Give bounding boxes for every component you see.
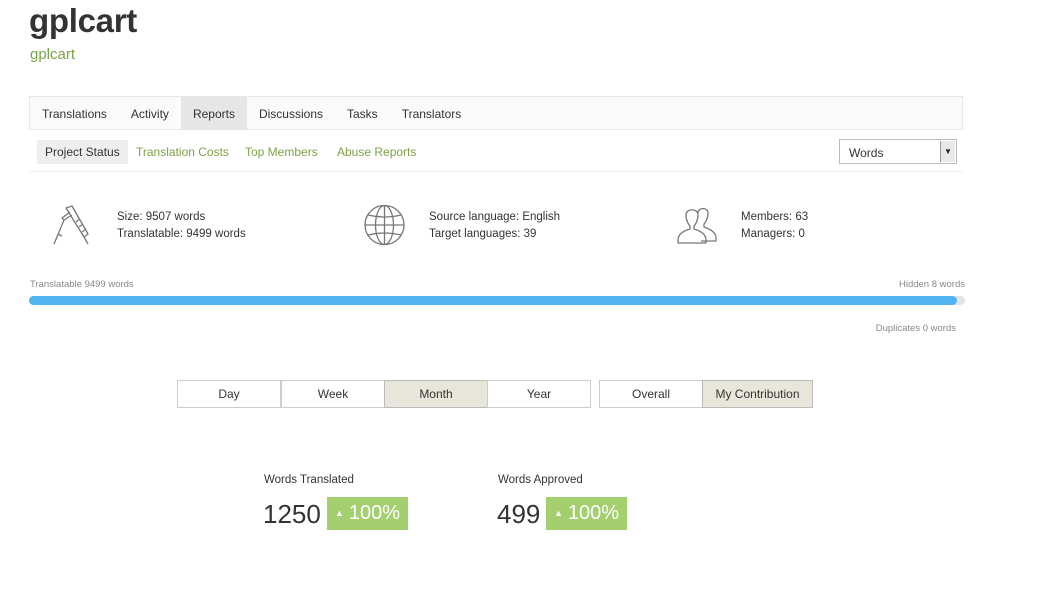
- tab-translations[interactable]: Translations: [30, 97, 119, 129]
- period-year-button[interactable]: Year: [487, 380, 591, 408]
- tab-activity[interactable]: Activity: [119, 97, 181, 129]
- main-tabs: Translations Activity Reports Discussion…: [29, 96, 963, 130]
- words-translated-label: Words Translated: [264, 474, 354, 486]
- scope-my-contribution-button[interactable]: My Contribution: [702, 380, 813, 408]
- caliper-icon: [53, 205, 89, 245]
- arrow-up-icon: ▲: [335, 508, 344, 518]
- report-subtabs: Project Status Translation Costs Top Mem…: [29, 138, 963, 172]
- period-week-button[interactable]: Week: [281, 380, 385, 408]
- arrow-up-icon: ▲: [554, 508, 563, 518]
- words-approved-change-badge: ▲ 100%: [546, 497, 628, 530]
- subtab-top-members[interactable]: Top Members: [237, 140, 326, 164]
- words-translated-value: 1250: [263, 499, 321, 529]
- member-stats: Members: 63 Managers: 0: [741, 209, 808, 243]
- unit-select[interactable]: Words ▼: [839, 139, 957, 164]
- period-month-button[interactable]: Month: [384, 380, 488, 408]
- period-day-button[interactable]: Day: [177, 380, 281, 408]
- subtab-project-status[interactable]: Project Status: [37, 140, 128, 164]
- members-icon: [677, 207, 717, 244]
- project-title: gplcart: [29, 2, 137, 39]
- project-subtitle[interactable]: gplcart: [30, 46, 75, 63]
- subtab-abuse-reports[interactable]: Abuse Reports: [329, 140, 424, 164]
- managers-line: Managers: 0: [741, 228, 805, 240]
- translatable-label: Translatable 9499 words: [30, 279, 134, 290]
- tab-reports[interactable]: Reports: [180, 97, 247, 129]
- scope-overall-button[interactable]: Overall: [599, 380, 703, 408]
- language-stats: Source language: English Target language…: [429, 209, 560, 243]
- hidden-label: Hidden 8 words: [898, 279, 965, 290]
- unit-select-value: Words: [849, 146, 884, 160]
- members-line: Members: 63: [741, 211, 809, 223]
- words-approved-label: Words Approved: [498, 474, 583, 486]
- progress-track: [29, 296, 965, 305]
- words-approved-value: 499: [497, 499, 541, 529]
- size-stats: Size: 9507 words Translatable: 9499 word…: [117, 209, 246, 243]
- size-line: Size: 9507 words: [117, 211, 206, 223]
- words-approved-change: 100%: [567, 502, 620, 524]
- translatable-line: Translatable: 9499 words: [117, 228, 246, 240]
- tab-translators[interactable]: Translators: [390, 97, 474, 129]
- dropdown-arrow-icon[interactable]: ▼: [940, 141, 955, 162]
- progress-fill: [29, 296, 958, 305]
- duplicates-label: Duplicates 0 words: [875, 323, 956, 334]
- target-languages-line: Target languages: 39: [429, 228, 537, 240]
- globe-icon: [364, 204, 405, 246]
- tab-discussions[interactable]: Discussions: [247, 97, 335, 129]
- words-translated-change-badge: ▲ 100%: [327, 497, 409, 530]
- subtab-translation-costs[interactable]: Translation Costs: [128, 140, 237, 164]
- words-translated-change: 100%: [348, 502, 401, 524]
- tab-tasks[interactable]: Tasks: [335, 97, 390, 129]
- source-language-line: Source language: English: [429, 211, 561, 223]
